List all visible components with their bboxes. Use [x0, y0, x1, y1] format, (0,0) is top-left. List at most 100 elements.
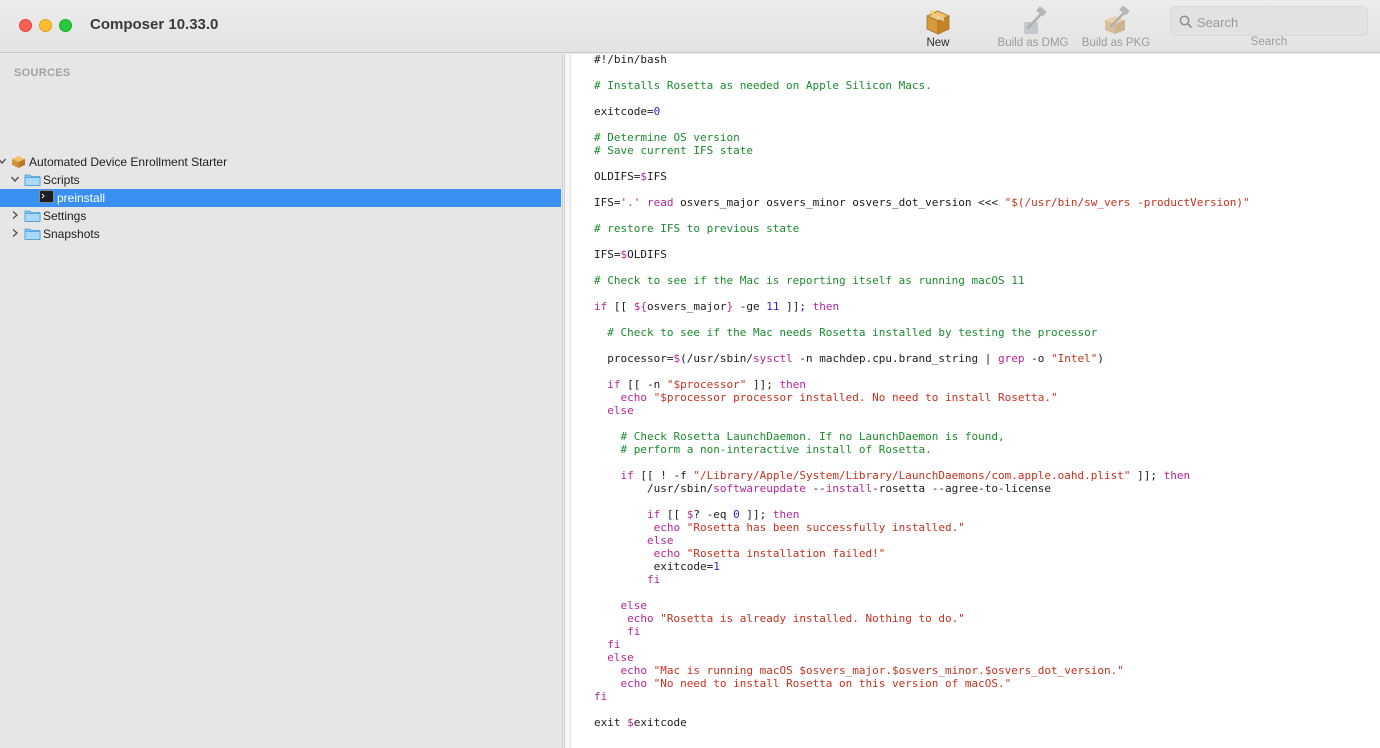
code-token: grep [998, 352, 1025, 365]
code-line: # Check to see if the Mac is reporting i… [594, 274, 1374, 287]
code-token: "Rosetta installation failed!" [686, 547, 886, 560]
code-token: [[ [607, 300, 634, 313]
code-line: IFS=$OLDIFS [594, 248, 1374, 261]
code-token: -- [805, 482, 826, 495]
code-token: # Check to see if the Mac is reporting i… [594, 274, 1025, 287]
search-input[interactable] [1197, 12, 1357, 32]
tree-item-scripts[interactable]: Scripts [0, 171, 561, 189]
code-token: else [607, 651, 634, 664]
build-as-dmg-label: Build as DMG [997, 37, 1069, 49]
code-token: '.' [620, 196, 641, 209]
chevron-right-icon[interactable] [10, 228, 20, 238]
code-line: else [594, 599, 1374, 612]
code-line: echo "Rosetta installation failed!" [594, 547, 1374, 560]
new-button-label: New [926, 37, 950, 49]
code-token: ]]; [739, 508, 773, 521]
code-token: echo [620, 677, 648, 690]
code-token: exitcode [633, 716, 687, 729]
code-token: ? -eq [693, 508, 734, 521]
package-box-icon [926, 10, 950, 35]
code-token: IFS= [594, 196, 621, 209]
tree-item-package[interactable]: Automated Device Enrollment Starter [0, 153, 561, 171]
script-editor[interactable]: #!/bin/bash # Installs Rosetta as needed… [564, 53, 1380, 748]
code-token: else [620, 599, 648, 612]
search-field[interactable] [1170, 6, 1368, 36]
tree-item-settings[interactable]: Settings [0, 207, 561, 225]
code-token: fi [646, 573, 661, 586]
code-token: ]]; [1130, 469, 1164, 482]
code-token: #!/bin/bash [594, 53, 667, 66]
code-token: exitcode= [594, 560, 714, 573]
code-token: install [825, 482, 873, 495]
zoom-window-button[interactable] [59, 19, 72, 32]
code-token: # Check to see if the Mac needs Rosetta … [607, 326, 1098, 339]
code-token: "$(/usr/bin/sw_vers -productVersion)" [1004, 196, 1250, 209]
code-line: exit $exitcode [594, 716, 1374, 729]
code-token: fi [607, 638, 621, 651]
code-line: exitcode=1 [594, 560, 1374, 573]
code-token: echo [653, 521, 681, 534]
code-token: then [779, 378, 806, 391]
code-line: # perform a non-interactive install of R… [594, 443, 1374, 456]
code-token: "Intel" [1051, 352, 1098, 365]
code-line: echo "Mac is running macOS $osvers_major… [594, 664, 1374, 677]
new-button[interactable]: New [898, 6, 978, 49]
code-line: IFS='.' read osvers_major osvers_minor o… [594, 196, 1374, 209]
code-line: if [[ ${osvers_major} -ge 11 ]]; then [594, 300, 1374, 313]
chevron-right-icon[interactable] [10, 210, 20, 220]
code-line: echo "Rosetta is already installed. Noth… [594, 612, 1374, 625]
code-token: "Mac is running macOS $osvers_major.$osv… [653, 664, 1124, 677]
chevron-down-icon[interactable] [10, 174, 20, 184]
chevron-down-icon[interactable] [0, 156, 7, 166]
code-token: echo [620, 664, 648, 677]
code-token: # Determine OS version [594, 131, 740, 144]
minimize-window-button[interactable] [39, 19, 52, 32]
code-token: "$processor" [666, 378, 747, 391]
build-as-dmg-button[interactable]: Build as DMG [993, 6, 1073, 49]
code-token: echo [653, 547, 681, 560]
code-token: then [1163, 469, 1191, 482]
code-token: sysctl [752, 352, 793, 365]
tree-item-preinstall[interactable]: preinstall [0, 189, 561, 207]
code-line: OLDIFS=$IFS [594, 170, 1374, 183]
search-icon [1179, 15, 1192, 28]
code-token: 0 [653, 105, 661, 118]
code-token: /usr/sbin/ [594, 482, 714, 495]
build-as-pkg-button[interactable]: Build as PKG [1076, 6, 1156, 49]
code-token: OLDIFS= [594, 170, 641, 183]
code-token: if [607, 378, 621, 391]
code-token: softwareupdate [713, 482, 806, 495]
code-token: if [620, 469, 634, 482]
code-token: # restore IFS to previous state [594, 222, 800, 235]
build-as-pkg-label: Build as PKG [1081, 37, 1151, 49]
close-window-button[interactable] [19, 19, 32, 32]
code-token: ${ [633, 300, 647, 313]
tree-item-snapshots[interactable]: Snapshots [0, 225, 561, 243]
code-line: # Save current IFS state [594, 144, 1374, 157]
code-line: if [[ -n "$processor" ]]; then [594, 378, 1374, 391]
tree-label-snapshots: Snapshots [43, 227, 100, 241]
app-title: Composer 10.33.0 [90, 16, 219, 33]
code-token: ]]; [779, 300, 813, 313]
code-token: 11 [766, 300, 780, 313]
code-line: #!/bin/bash [594, 53, 1374, 66]
build-package-icon [1105, 6, 1130, 34]
script-code[interactable]: #!/bin/bash # Installs Rosetta as needed… [594, 53, 1374, 729]
